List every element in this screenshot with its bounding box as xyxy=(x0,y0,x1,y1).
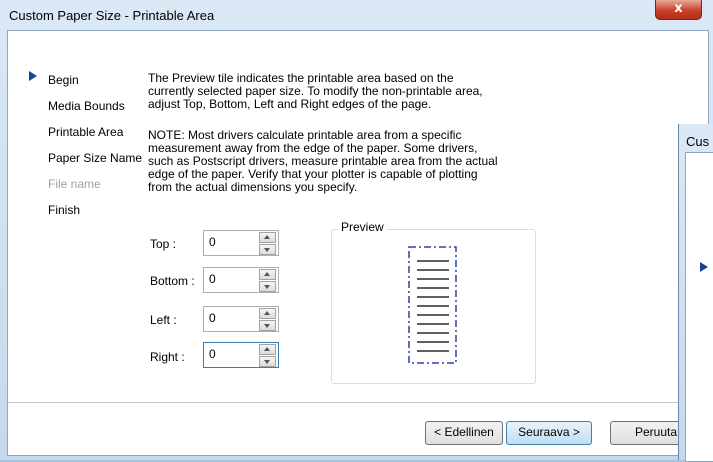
right-spinbox[interactable]: 0 xyxy=(203,342,279,368)
step-begin: Begin xyxy=(48,73,79,87)
description-intro: The Preview tile indicates the printable… xyxy=(148,72,543,111)
background-step-arrow-icon xyxy=(700,262,708,272)
next-button[interactable]: Seuraava > xyxy=(506,421,592,445)
preview-caption: Preview xyxy=(338,220,387,234)
back-button[interactable]: < Edellinen xyxy=(425,421,503,445)
note-line: from the actual dimensions you specify. xyxy=(148,180,358,194)
button-separator xyxy=(7,402,707,403)
window-title: Custom Paper Size - Printable Area xyxy=(9,8,215,23)
spin-down-button[interactable] xyxy=(259,281,276,292)
title-bar[interactable]: Custom Paper Size - Printable Area xyxy=(0,0,713,30)
right-value[interactable]: 0 xyxy=(209,347,216,361)
close-button[interactable]: x xyxy=(655,0,702,20)
bottom-value[interactable]: 0 xyxy=(209,272,216,286)
left-label: Left : xyxy=(150,313,177,327)
bottom-spinbox[interactable]: 0 xyxy=(203,267,279,293)
spin-up-button[interactable] xyxy=(259,232,276,243)
current-step-arrow-icon xyxy=(29,71,37,81)
step-finish: Finish xyxy=(48,203,81,217)
top-spinbox[interactable]: 0 xyxy=(203,230,279,256)
step-file-name: File name xyxy=(48,177,101,191)
background-window-title: Cus xyxy=(686,134,710,149)
spin-down-button[interactable] xyxy=(259,320,276,331)
description-line: adjust Top, Bottom, Left and Right edges… xyxy=(148,97,432,111)
step-printable-area: Printable Area xyxy=(48,125,124,139)
bottom-label: Bottom : xyxy=(150,274,195,288)
left-spinbox[interactable]: 0 xyxy=(203,306,279,332)
spin-down-button[interactable] xyxy=(259,244,276,255)
background-window-client xyxy=(685,152,713,462)
step-media-bounds: Media Bounds xyxy=(48,99,125,113)
top-label: Top : xyxy=(150,237,177,251)
spin-up-button[interactable] xyxy=(259,308,276,319)
step-paper-size-name: Paper Size Name xyxy=(48,151,143,165)
paper-preview-icon xyxy=(408,246,457,364)
top-value[interactable]: 0 xyxy=(209,235,216,249)
spin-up-button[interactable] xyxy=(259,344,276,355)
description-note: NOTE: Most drivers calculate printable a… xyxy=(148,129,543,194)
right-label: Right : xyxy=(150,350,185,364)
spin-up-button[interactable] xyxy=(259,269,276,280)
spin-down-button[interactable] xyxy=(259,356,276,367)
left-value[interactable]: 0 xyxy=(209,311,216,325)
